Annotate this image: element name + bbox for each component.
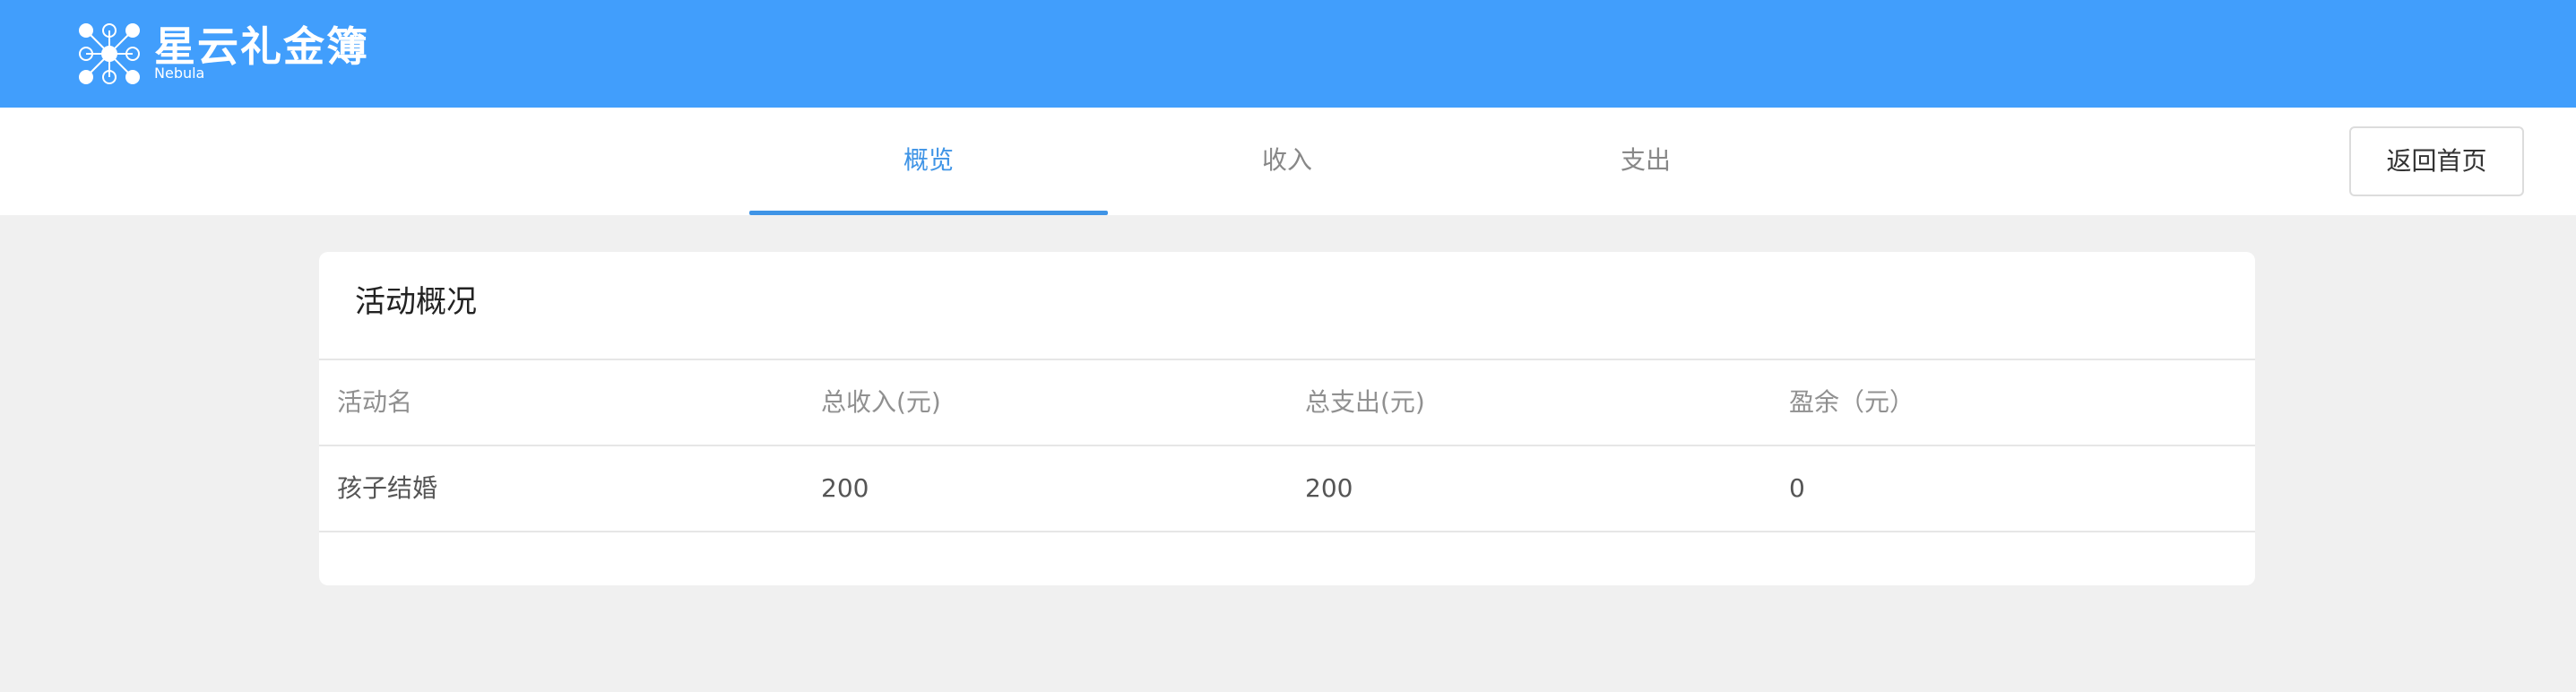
tab-income[interactable]: 收入	[1108, 108, 1466, 215]
table-cell: 0	[1789, 473, 1805, 503]
back-home-button[interactable]: 返回首页	[2349, 126, 2524, 196]
tab-overview[interactable]: 概览	[749, 108, 1108, 215]
overview-card: 活动概况 活动名 总收入(元) 总支出(元) 盈余（元） 孩子结婚 200 20…	[319, 252, 2255, 585]
brand-subtitle: Nebula	[154, 65, 205, 82]
table-cell: 孩子结婚	[337, 473, 438, 503]
column-header: 活动名	[337, 387, 413, 417]
column-header: 总收入(元)	[821, 387, 941, 417]
top-bar: 星云礼金簿 Nebula	[0, 0, 2576, 108]
nebula-logo-icon	[79, 23, 140, 84]
nav-bar: 概览 收入 支出 返回首页	[0, 108, 2576, 215]
tab-expense[interactable]: 支出	[1466, 108, 1825, 215]
table-cell: 200	[1305, 473, 1353, 503]
table-row[interactable]: 孩子结婚 200 200 0	[319, 445, 2255, 531]
table-cell: 200	[821, 473, 869, 503]
card-title: 活动概况	[355, 284, 477, 320]
logo[interactable]: 星云礼金簿 Nebula	[77, 22, 373, 90]
column-header: 总支出(元)	[1305, 387, 1425, 417]
divider	[319, 531, 2255, 532]
column-header: 盈余（元）	[1789, 387, 1915, 417]
table-header: 活动名 总收入(元) 总支出(元) 盈余（元）	[319, 359, 2255, 445]
